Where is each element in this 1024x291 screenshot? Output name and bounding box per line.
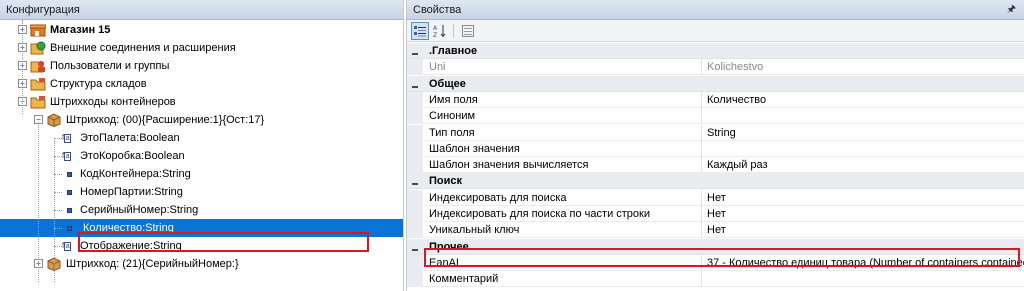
tree-item-label: Пользователи и группы [50,60,170,72]
categorized-view-icon[interactable] [411,22,429,40]
category-label: Поиск [429,175,463,188]
tree-item-label: Штрихкоды контейнеров [50,96,176,108]
highlight-frame-eanai-row [424,248,1020,267]
property-category[interactable]: Поиск [407,173,1024,190]
attribute-icon: fa [62,241,72,251]
users-icon [30,59,46,73]
svg-text:A: A [433,25,438,32]
property-row[interactable]: Имя поля Количество [407,91,1024,108]
tree-item-label: ЭтоКоробка:Boolean [80,150,185,162]
attribute-icon: fa [62,151,72,161]
property-value[interactable]: String [707,125,1024,141]
property-name: Тип поля [429,126,475,139]
tree-item-label: ЭтоПалета:Boolean [80,132,180,144]
attribute-icon: fa [62,133,72,143]
store-icon [30,23,46,37]
tree-item[interactable]: f a ЭтоПалета:Boolean [0,129,403,147]
pin-icon[interactable]: 🖈 [1007,0,1016,19]
svg-text:Z: Z [433,32,437,38]
category-label: Общее [429,77,466,90]
property-name: Индексировать для поиска по части строки [429,208,650,220]
properties-panel-title: Свойства [413,4,462,16]
property-row[interactable]: Синоним [407,108,1024,125]
folder-icon [30,77,46,91]
property-pages-icon[interactable] [459,22,477,40]
tree-item-label: Штрихкод: (21){СерийныйНомер:} [66,258,239,270]
property-row[interactable]: Индексировать для поиска по части строки… [407,206,1024,222]
property-name: Uni [429,61,446,74]
property-name: Шаблон значения [429,142,520,155]
tree-item[interactable]: + Магазин 15 [0,21,403,39]
property-name: Комментарий [429,273,499,286]
category-label: .Главное [429,45,478,57]
property-name: Имя поля [429,93,478,106]
field-icon [67,172,72,177]
collapse-icon[interactable] [411,177,419,186]
alphabetical-sort-icon[interactable]: AZ [431,22,449,40]
property-name: Шаблон значения вычисляется [429,159,589,172]
property-row[interactable]: Комментарий [407,271,1024,288]
property-value[interactable]: Количество [707,92,1024,108]
property-name: Синоним [429,110,476,123]
property-row[interactable]: Шаблон значения вычисляется Каждый раз [407,157,1024,174]
tree-item-label: Структура складов [50,78,147,90]
property-name: Уникальный ключ [429,224,520,237]
tree-item[interactable]: КодКонтейнера:String [0,165,403,183]
tree-item[interactable]: + Штрихкод: (21){СерийныйНомер:} [0,255,403,273]
property-value[interactable]: Нет [707,222,1024,238]
property-name: Индексировать для поиска [429,191,567,204]
property-category[interactable]: .Главное [407,43,1024,59]
tree-item[interactable]: + Пользователи и группы [0,57,403,75]
configuration-panel-title: Конфигурация [0,0,403,20]
properties-toolbar: AZ [407,20,1024,42]
property-value[interactable]: Каждый раз [707,157,1024,173]
tree-item[interactable]: f a ЭтоКоробка:Boolean [0,147,403,165]
collapse-icon[interactable] [411,243,419,251]
box-icon [46,113,62,127]
field-icon [67,208,72,213]
property-row[interactable]: Uni Kolichestvo [407,59,1024,76]
field-icon [67,190,72,195]
collapse-icon[interactable] [411,80,419,88]
property-category[interactable]: Общее [407,75,1024,92]
tree-item-label: Магазин 15 [50,24,111,36]
property-row[interactable]: Индексировать для поиска Нет [407,189,1024,206]
property-value[interactable]: Нет [707,206,1024,222]
tree-item[interactable]: + Внешние соединения и расширения [0,39,403,57]
property-value[interactable]: Kolichestvo [707,59,1024,75]
property-row[interactable]: Уникальный ключ Нет [407,222,1024,239]
tree-item[interactable]: + Структура складов [0,75,403,93]
collapse-icon[interactable] [411,47,419,55]
folder-icon [30,95,46,109]
tree-item-label: Внешние соединения и расширения [50,42,236,54]
tree-item[interactable]: − Штрихкоды контейнеров [0,93,403,111]
property-row[interactable]: Тип поля String [407,124,1024,141]
tree-item-label: Штрихкод: (00){Расширение:1}{Ост:17} [66,114,265,126]
highlight-frame-tree-item [78,232,369,252]
property-value[interactable]: Нет [707,190,1024,206]
tree-item-label: КодКонтейнера:String [80,168,191,180]
plug-icon [30,41,46,55]
tree-item[interactable]: НомерПартии:String [0,183,403,201]
tree-item[interactable]: − Штрихкод: (00){Расширение:1}{Ост:17} [0,111,403,129]
field-icon [67,226,72,231]
property-row[interactable]: Шаблон значения [407,140,1024,157]
tree-item-label: СерийныйНомер:String [80,204,199,216]
tree-item-label: НомерПартии:String [80,186,183,198]
tree-item[interactable]: СерийныйНомер:String [0,201,403,219]
